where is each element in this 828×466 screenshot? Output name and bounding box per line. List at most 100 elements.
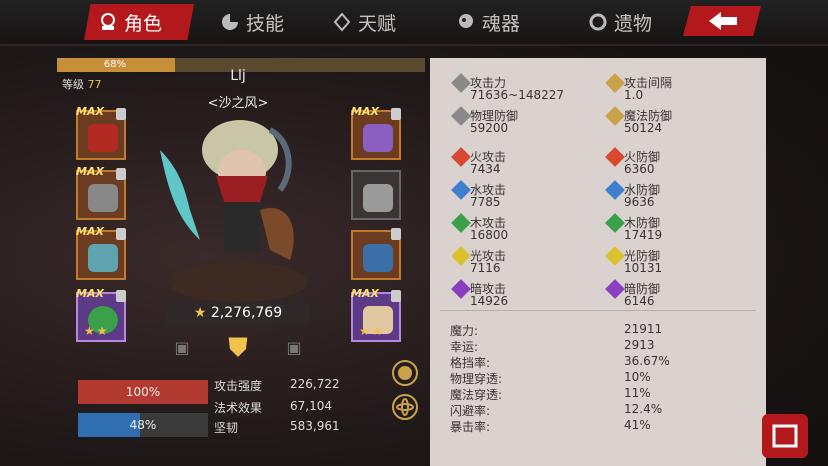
armor-set-right-icon[interactable]: ▣ bbox=[282, 338, 306, 358]
character-icon bbox=[101, 13, 115, 30]
lock-icon bbox=[116, 168, 126, 180]
misc-stat-value: 12.4% bbox=[624, 402, 663, 416]
menu-corner-button[interactable] bbox=[762, 414, 808, 458]
equip-slot-right-4[interactable]: MAX ★★ bbox=[351, 287, 401, 342]
attribute-value: 59200 bbox=[470, 121, 509, 135]
attribute-item: 物理防御 59200 bbox=[451, 106, 604, 137]
light-attack-icon bbox=[451, 246, 471, 266]
attribute-item: 攻击力 71636~148227 bbox=[451, 73, 604, 104]
back-button[interactable] bbox=[683, 6, 761, 36]
info-icon bbox=[398, 366, 412, 380]
attribute-item: 火防御 6360 bbox=[605, 147, 758, 178]
lock-icon bbox=[116, 108, 126, 120]
equip-slot-left-4[interactable]: MAX ★★ bbox=[76, 287, 126, 342]
attribute-item: 水攻击 7785 bbox=[451, 180, 604, 211]
misc-stat-value: 41% bbox=[624, 418, 651, 432]
attribute-item: 木攻击 16800 bbox=[451, 213, 604, 244]
guild-name: <沙之风> bbox=[207, 96, 269, 111]
attribute-item: 水防御 9636 bbox=[605, 180, 758, 211]
equip-slot-left-3[interactable]: MAX bbox=[76, 225, 126, 280]
tab-talent[interactable]: 天赋 bbox=[332, 6, 396, 38]
wood-attack-icon bbox=[451, 213, 471, 233]
lock-icon bbox=[391, 290, 401, 302]
misc-stat-label: 闪避率: bbox=[450, 404, 491, 418]
max-badge: MAX bbox=[76, 287, 104, 300]
top-nav-bar: 角色 技能 天赋 魂器 遗物 bbox=[0, 0, 828, 46]
misc-stat-label: 魔力: bbox=[450, 324, 479, 338]
attribute-item: 魔法防御 50124 bbox=[605, 106, 758, 137]
star-icon: ★ bbox=[193, 305, 207, 321]
level-display: 等级 77 bbox=[62, 76, 102, 92]
info-button[interactable] bbox=[392, 360, 418, 386]
sword-icon bbox=[451, 73, 471, 93]
attribute-value: 7785 bbox=[470, 195, 501, 209]
hero-character-portrait[interactable] bbox=[150, 110, 330, 290]
stat-value: 67,104 bbox=[290, 399, 332, 413]
misc-stat-label: 幸运: bbox=[450, 340, 479, 354]
stat-label: 坚韧 bbox=[214, 421, 239, 435]
misc-stat-value: 10% bbox=[624, 370, 651, 384]
tab-label: 技能 bbox=[246, 12, 285, 35]
hp-bar: 100% bbox=[78, 380, 208, 404]
wood-defense-icon bbox=[605, 213, 625, 233]
boots-icon bbox=[363, 244, 393, 272]
misc-stat-row: 闪避率: 12.4% bbox=[450, 402, 662, 419]
attribute-value: 17419 bbox=[624, 228, 663, 242]
equip-slot-right-2[interactable] bbox=[351, 170, 401, 220]
tab-relic[interactable]: 遗物 bbox=[588, 6, 652, 38]
attribute-value: 1.0 bbox=[624, 88, 644, 102]
attribute-panel: 攻击力 71636~148227 攻击间隔 1.0 物理防御 59200 魔法防御 50124… bbox=[430, 58, 766, 466]
equip-slot-right-1[interactable]: MAX bbox=[351, 105, 401, 160]
attribute-value: 16800 bbox=[470, 228, 509, 242]
misc-stat-label: 暴击率: bbox=[450, 420, 491, 434]
star-rating: ★★ bbox=[359, 324, 385, 338]
power-value: 2,276,769 bbox=[210, 305, 283, 321]
atom-icon bbox=[396, 398, 414, 416]
stat-value: 583,961 bbox=[290, 419, 340, 433]
misc-stat-row: 魔力: 21911 bbox=[450, 322, 662, 339]
level-value: 77 bbox=[87, 78, 102, 91]
panel-divider bbox=[440, 310, 756, 311]
attribute-item: 暗攻击 14926 bbox=[451, 279, 604, 310]
misc-stat-row: 物理穿透: 10% bbox=[450, 370, 651, 387]
stat-toughness: 坚韧 583,961 bbox=[214, 419, 340, 436]
max-badge: MAX bbox=[76, 165, 104, 178]
tab-character[interactable]: 角色 bbox=[98, 6, 162, 38]
magic-shield-icon bbox=[605, 106, 625, 126]
soul-icon bbox=[459, 14, 473, 28]
equip-slot-right-3[interactable] bbox=[351, 228, 401, 280]
attribute-value: 50124 bbox=[624, 121, 663, 135]
attribute-item: 光防御 10131 bbox=[605, 246, 758, 277]
attribute-value: 7434 bbox=[470, 162, 501, 176]
mp-bar: 48% bbox=[78, 413, 208, 437]
attribute-value: 7116 bbox=[470, 261, 501, 275]
dark-attack-icon bbox=[451, 279, 471, 299]
water-attack-icon bbox=[451, 180, 471, 200]
misc-stat-label: 魔法穿透: bbox=[450, 388, 503, 402]
atom-button[interactable] bbox=[392, 394, 418, 420]
attribute-value: 9636 bbox=[624, 195, 655, 209]
misc-stat-row: 格挡率: 36.67% bbox=[450, 354, 670, 371]
lock-icon bbox=[391, 108, 401, 120]
equip-slot-left-1[interactable]: MAX bbox=[76, 105, 126, 160]
attribute-item: 光攻击 7116 bbox=[451, 246, 604, 277]
tab-label: 遗物 bbox=[614, 12, 653, 35]
max-badge: MAX bbox=[351, 105, 379, 118]
tab-soul[interactable]: 魂器 bbox=[456, 6, 520, 38]
talent-icon bbox=[333, 12, 351, 32]
armor-set-active-icon[interactable]: ⛊ bbox=[220, 330, 256, 366]
lock-icon bbox=[116, 228, 126, 240]
attribute-item: 木防御 17419 bbox=[605, 213, 758, 244]
misc-stat-row: 幸运: 2913 bbox=[450, 338, 655, 355]
misc-stat-value: 2913 bbox=[624, 338, 655, 352]
equip-slot-left-2[interactable]: MAX bbox=[76, 165, 126, 220]
tab-skill[interactable]: 技能 bbox=[220, 6, 284, 38]
back-arrow-icon bbox=[709, 12, 737, 30]
attribute-value: 6360 bbox=[624, 162, 655, 176]
lock-icon bbox=[116, 290, 126, 302]
armor-set-left-icon[interactable]: ▣ bbox=[170, 338, 194, 358]
tab-label: 天赋 bbox=[358, 12, 397, 35]
stat-label: 攻击强度 bbox=[214, 379, 263, 393]
dark-defense-icon bbox=[605, 279, 625, 299]
fire-attack-icon bbox=[451, 147, 471, 167]
